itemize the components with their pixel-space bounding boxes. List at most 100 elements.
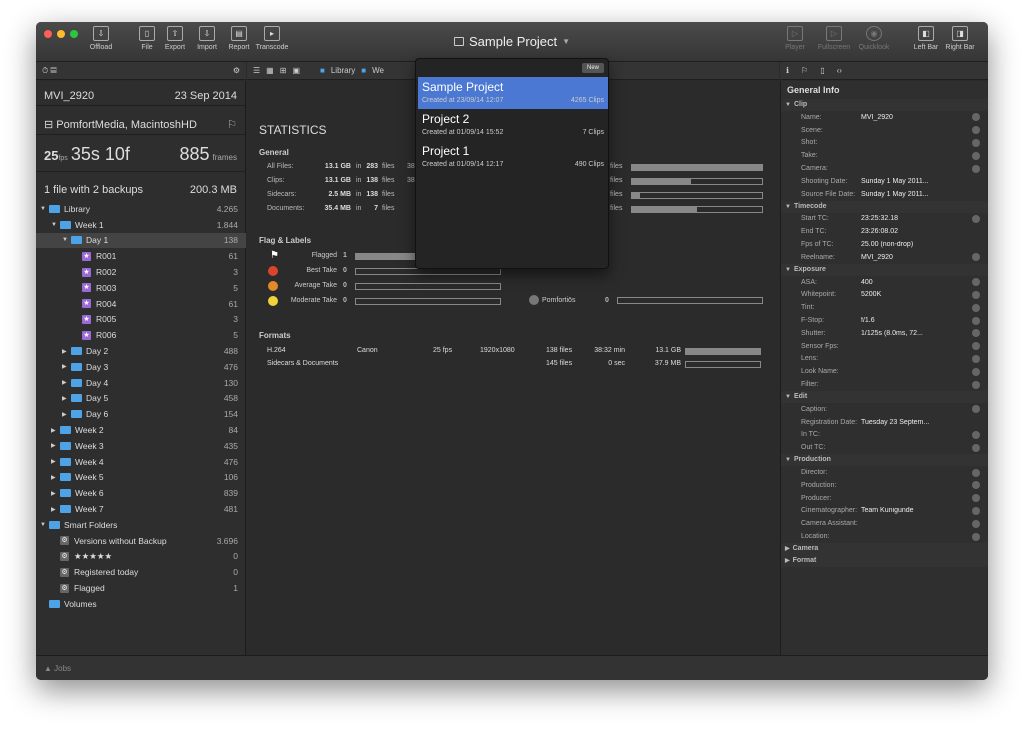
export-button[interactable]: ⇧ Export (160, 26, 190, 51)
inspector-group-header[interactable]: ▼ Production (781, 454, 988, 467)
edit-pencil-icon[interactable] (972, 380, 980, 389)
edit-pencil-icon[interactable] (972, 138, 980, 147)
tree-item[interactable]: ▶ Week 2 84 (36, 422, 246, 438)
tree-item[interactable]: ▶ Day 5 458 (36, 391, 246, 407)
inspector-value[interactable]: 1/125s (8.0ms, 72... (861, 330, 972, 337)
tree-item[interactable]: ★ R005 3 (36, 312, 246, 328)
tree-item[interactable]: ▶ Week 4 476 (36, 454, 246, 470)
edit-pencil-icon[interactable] (972, 354, 980, 363)
edit-pencil-icon[interactable] (972, 519, 980, 528)
disclosure-triangle-icon[interactable]: ▼ (62, 237, 71, 243)
edit-pencil-icon[interactable] (972, 468, 980, 477)
disclosure-triangle-icon[interactable]: ▶ (51, 458, 60, 465)
disclosure-triangle-icon[interactable]: ▶ (62, 348, 71, 355)
inspector-value[interactable]: 23:25:32.18 (861, 215, 972, 222)
disclosure-triangle-icon[interactable]: ▼ (51, 222, 60, 228)
tree-item[interactable]: ★ R004 61 (36, 296, 246, 312)
jobs-bar[interactable]: ▲ Jobs (36, 655, 988, 680)
tree-item[interactable]: ▶ Week 5 106 (36, 470, 246, 486)
edit-pencil-icon[interactable] (972, 303, 980, 312)
project-selector[interactable]: Sample Project ▼ (454, 34, 570, 49)
stats-view-icon[interactable]: ▣ (292, 66, 300, 75)
inspector-value[interactable]: 23:26:08.02 (861, 228, 972, 235)
report-button[interactable]: ▤ Report (224, 26, 254, 51)
disclosure-triangle-icon[interactable]: ▶ (51, 427, 60, 434)
tree-item[interactable]: ⚙ Flagged 1 (36, 580, 246, 596)
tree-item[interactable]: ★ R002 3 (36, 264, 246, 280)
thumb-view-icon[interactable]: ⊞ (280, 66, 287, 75)
quicklook-button[interactable]: ◉ Quicklook (856, 26, 892, 51)
inspector-value[interactable]: 400 (861, 279, 972, 286)
disclosure-triangle-icon[interactable]: ▶ (62, 411, 71, 418)
grid-view-icon[interactable]: ▦ (266, 66, 274, 75)
edit-pencil-icon[interactable] (972, 214, 980, 223)
import-button[interactable]: ⇩ Import (192, 26, 222, 51)
offload-button[interactable]: ⇩ Offload (86, 26, 116, 51)
transcode-button[interactable]: ▸ Transcode (254, 26, 290, 51)
gear-icon[interactable]: ⚙ (233, 66, 240, 75)
edit-pencil-icon[interactable] (972, 532, 980, 541)
minimize-button[interactable] (57, 30, 65, 38)
inspector-value[interactable]: f/1.6 (861, 317, 972, 324)
list-view-icon[interactable]: ☰ (253, 66, 260, 75)
edit-pencil-icon[interactable] (972, 506, 980, 515)
inspector-group-header[interactable]: ▶ Format (781, 554, 988, 567)
info-icon[interactable]: ℹ (786, 66, 789, 75)
tree-item[interactable]: ▶ Day 6 154 (36, 406, 246, 422)
right-bar-button[interactable]: ◨ Right Bar (942, 26, 978, 51)
inspector-group-header[interactable]: ▼ Exposure (781, 263, 988, 276)
breadcrumb-week[interactable]: We (372, 66, 384, 75)
inspector-group-header[interactable]: ▼ Clip (781, 99, 988, 111)
inspector-group-header[interactable]: ▼ Edit (781, 390, 988, 403)
edit-pencil-icon[interactable] (972, 405, 980, 414)
tree-item[interactable]: ▼ Day 1 138 (36, 232, 246, 249)
tree-item[interactable]: Volumes (36, 596, 246, 612)
timer-icon[interactable]: ⏱ ▤ (42, 66, 57, 76)
disclosure-triangle-icon[interactable]: ▶ (62, 363, 71, 370)
edit-pencil-icon[interactable] (972, 113, 980, 122)
inspector-value[interactable]: MVI_2920 (861, 114, 972, 121)
document-icon[interactable]: ▯ (820, 66, 824, 75)
project-item[interactable]: Project 2 Created at 01/09/14 15:52 7 Clip… (418, 109, 608, 141)
flag-icon[interactable]: ⚐ (227, 118, 237, 131)
left-bar-button[interactable]: ◧ Left Bar (910, 26, 942, 51)
edit-pencil-icon[interactable] (972, 278, 980, 287)
file-button[interactable]: ▯ File (132, 26, 162, 51)
inspector-value[interactable]: Tuesday 23 Septem... (861, 419, 972, 426)
edit-pencil-icon[interactable] (972, 494, 980, 503)
disclosure-triangle-icon[interactable]: ▶ (62, 379, 71, 386)
tree-item[interactable]: ▶ Week 6 839 (36, 485, 246, 501)
edit-pencil-icon[interactable] (972, 164, 980, 173)
edit-pencil-icon[interactable] (972, 151, 980, 160)
inspector-group-header[interactable]: ▼ Timecode (781, 200, 988, 213)
tree-item[interactable]: ▶ Day 2 488 (36, 343, 246, 359)
disclosure-triangle-icon[interactable]: ▶ (62, 395, 71, 402)
edit-pencil-icon[interactable] (972, 342, 980, 351)
tree-item[interactable]: ▶ Week 7 481 (36, 501, 246, 517)
edit-pencil-icon[interactable] (972, 481, 980, 490)
player-button[interactable]: ▷ Player (780, 26, 810, 51)
code-icon[interactable]: ‹› (837, 66, 842, 75)
close-button[interactable] (44, 30, 52, 38)
disclosure-triangle-icon[interactable]: ▶ (51, 474, 60, 481)
zoom-button[interactable] (70, 30, 78, 38)
disclosure-triangle-icon[interactable]: ▶ (51, 442, 60, 449)
tree-item[interactable]: ▶ Week 3 435 (36, 438, 246, 454)
tree-item[interactable]: ▶ Day 4 130 (36, 375, 246, 391)
edit-pencil-icon[interactable] (972, 367, 980, 376)
tree-item[interactable]: ⚙ Registered today 0 (36, 564, 246, 580)
edit-pencil-icon[interactable] (972, 290, 980, 299)
edit-pencil-icon[interactable] (972, 253, 980, 262)
flag-icon[interactable]: ⚐ (801, 66, 808, 75)
tree-item[interactable]: ⚙ ★★★★★ 0 (36, 549, 246, 565)
tree-item[interactable]: ⚙ Versions without Backup 3.696 (36, 533, 246, 549)
edit-pencil-icon[interactable] (972, 430, 980, 439)
edit-pencil-icon[interactable] (972, 329, 980, 338)
inspector-value[interactable]: 5200K (861, 291, 972, 298)
inspector-value[interactable]: Team Kunigunde (861, 507, 972, 514)
disclosure-triangle-icon[interactable]: ▼ (40, 206, 49, 212)
inspector-value[interactable]: 25.00 (non-drop) (861, 241, 972, 248)
project-item[interactable]: Project 1 Created at 01/09/14 12:17 490 Cl… (418, 141, 608, 173)
disclosure-triangle-icon[interactable]: ▶ (51, 506, 60, 513)
tree-item[interactable]: ▼ Library 4.265 (36, 201, 246, 217)
